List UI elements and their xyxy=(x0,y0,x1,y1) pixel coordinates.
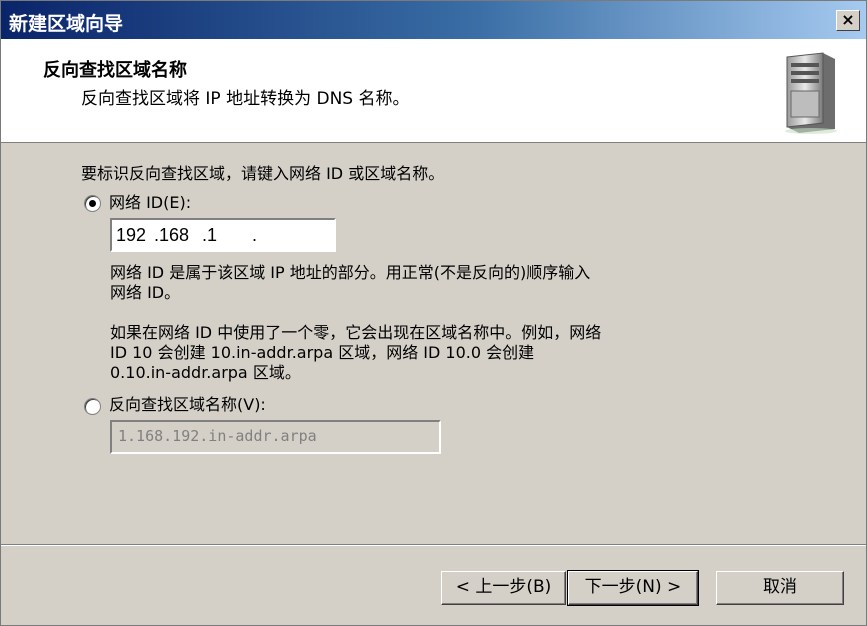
zone-name-label: 反向查找区域名称(V): xyxy=(109,395,266,414)
network-id-help-line2: 网络 ID。 xyxy=(110,283,181,302)
window-title: 新建区域向导 xyxy=(9,13,124,35)
ip-octet-2[interactable]: .168 xyxy=(154,225,202,246)
page-subtitle: 反向查找区域将 IP 地址转换为 DNS 名称。 xyxy=(81,89,410,109)
close-button[interactable]: × xyxy=(836,10,860,31)
close-icon: × xyxy=(841,10,855,29)
network-id-radio[interactable] xyxy=(84,195,101,212)
ip-octet-3[interactable]: .1 xyxy=(202,225,252,246)
zero-help-line3: 0.10.in-addr.arpa 区域。 xyxy=(110,363,301,382)
ip-octet-4[interactable]: . xyxy=(252,225,292,246)
next-button[interactable]: 下一步(N) > xyxy=(567,570,699,606)
server-icon xyxy=(785,52,837,134)
title-bar[interactable]: 新建区域向导 × xyxy=(1,1,866,39)
zone-name-radio[interactable] xyxy=(84,398,101,415)
page-title: 反向查找区域名称 xyxy=(43,60,187,81)
network-id-help-line1: 网络 ID 是属于该区域 IP 地址的部分。用正常(不是反向的)顺序输入 xyxy=(110,263,591,282)
zero-help-line1: 如果在网络 ID 中使用了一个零，它会出现在区域名称中。例如，网络 xyxy=(110,323,602,342)
ip-octet-1[interactable]: 192 xyxy=(116,225,154,246)
new-zone-wizard-window: 新建区域向导 × 反向查找区域名称 反向查找区域将 IP 地址转换为 DNS 名… xyxy=(0,0,867,626)
network-id-input[interactable]: 192 .168 .1 . xyxy=(110,218,336,252)
zone-name-input[interactable]: 1.168.192.in-addr.arpa xyxy=(110,420,441,454)
back-button[interactable]: < 上一步(B) xyxy=(441,571,566,605)
zero-help-line2: ID 10 会创建 10.in-addr.arpa 区域，网络 ID 10.0 … xyxy=(110,343,535,362)
network-id-label: 网络 ID(E): xyxy=(109,193,192,212)
footer-divider xyxy=(1,544,866,546)
instruction-text: 要标识反向查找区域，请键入网络 ID 或区域名称。 xyxy=(81,164,445,183)
cancel-button[interactable]: 取消 xyxy=(716,571,844,605)
wizard-header: 反向查找区域名称 反向查找区域将 IP 地址转换为 DNS 名称。 xyxy=(1,39,866,143)
